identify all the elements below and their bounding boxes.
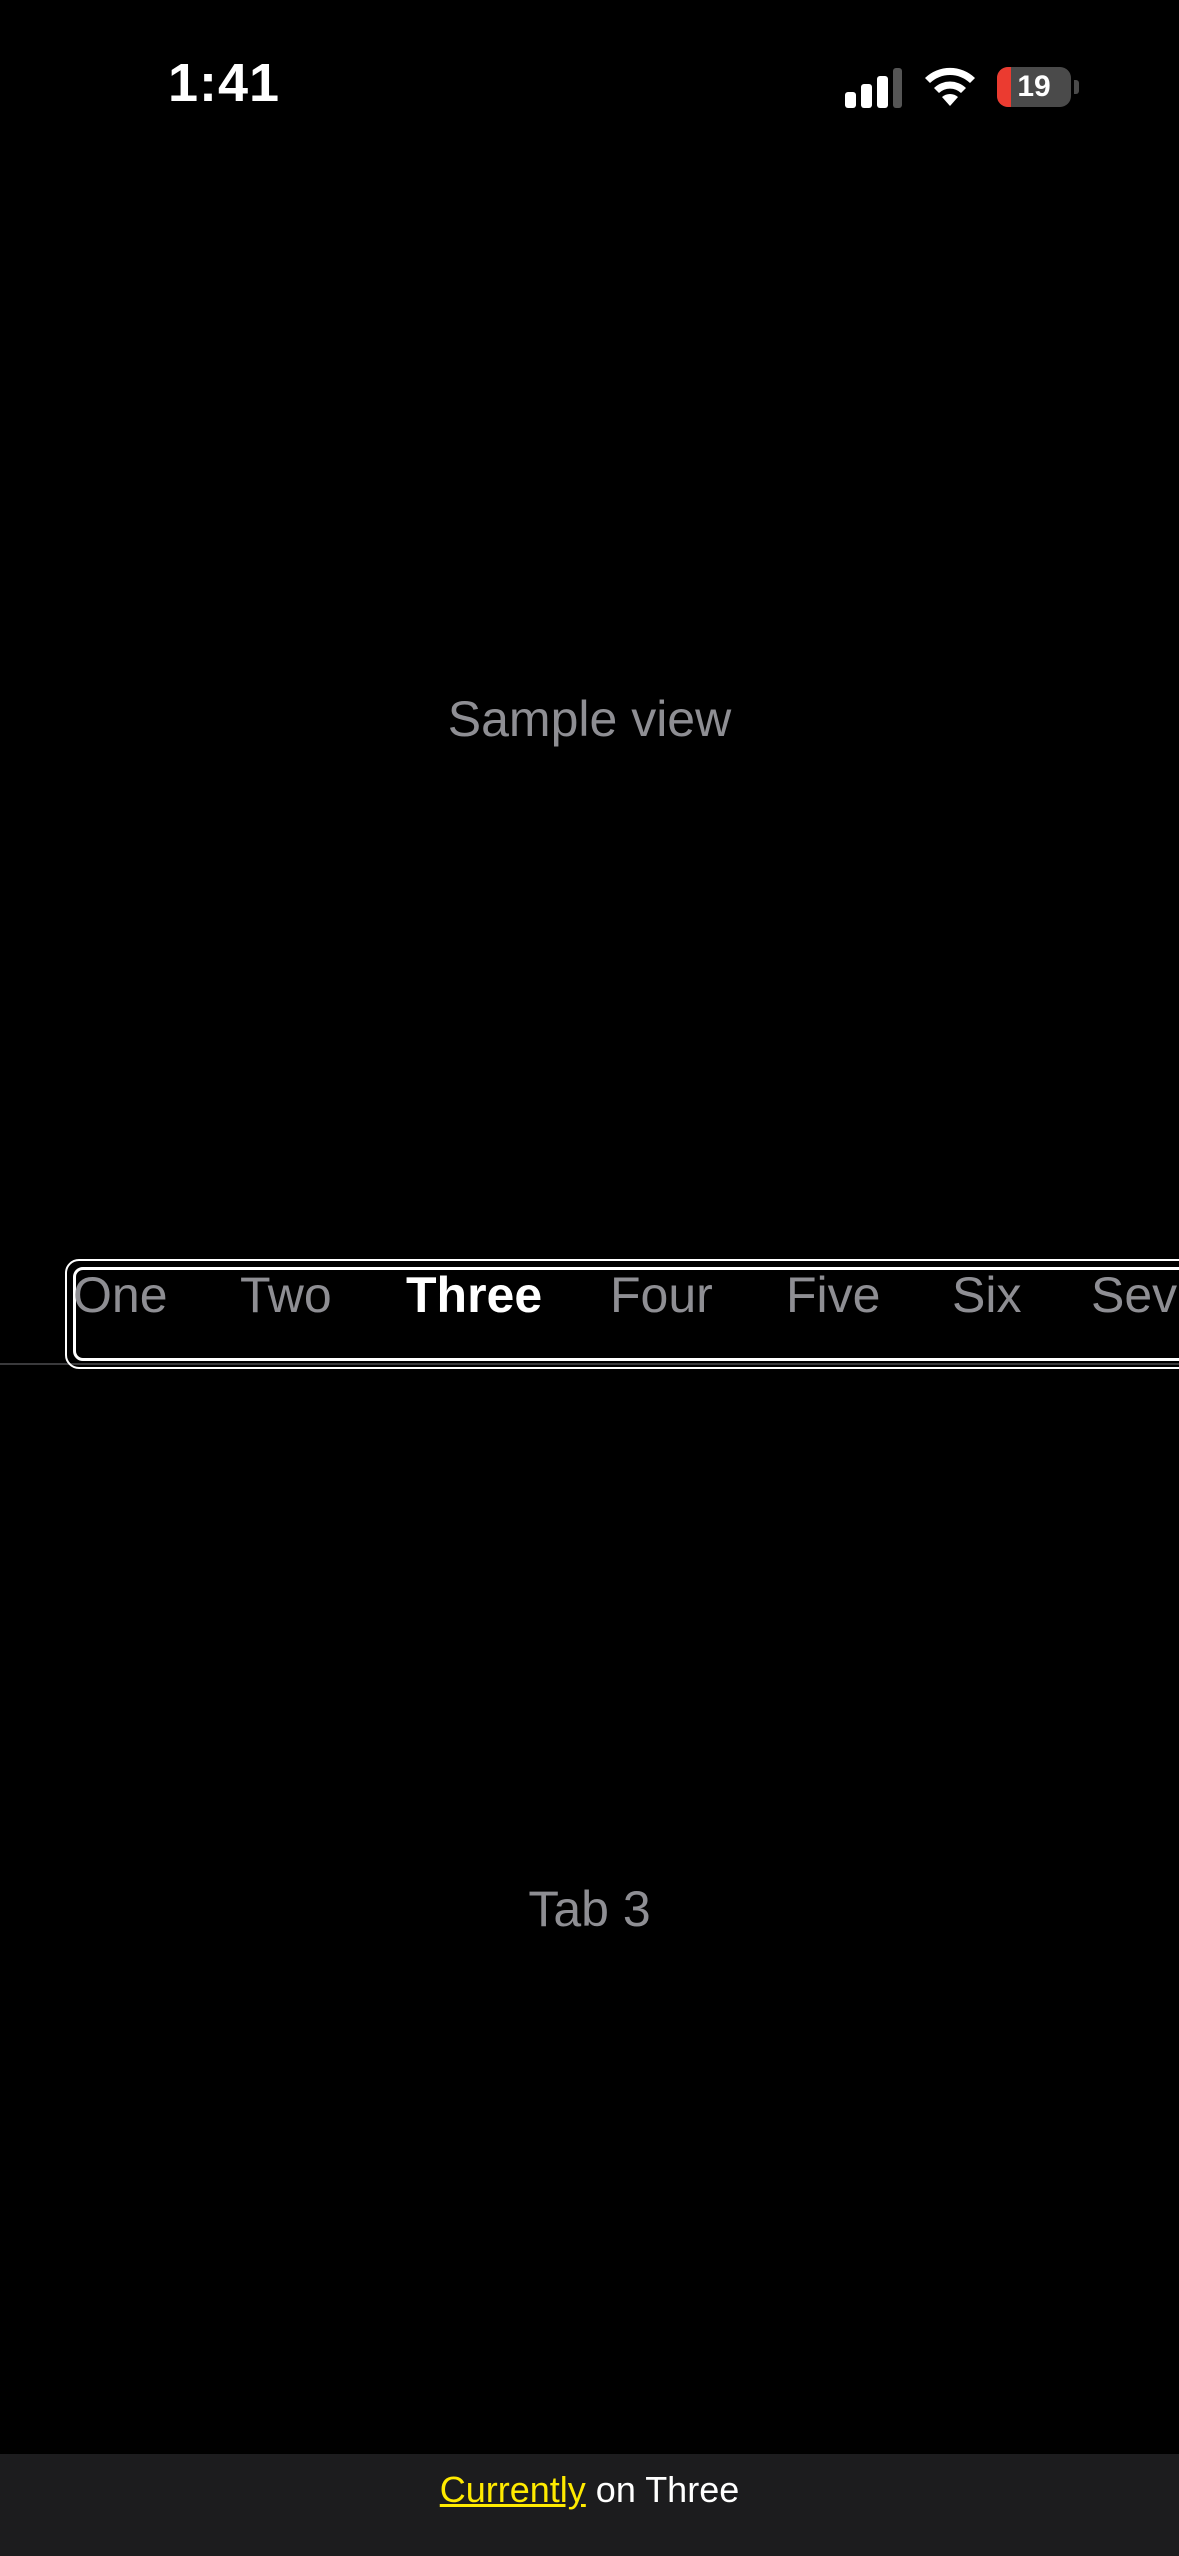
signal-bar — [893, 68, 902, 108]
tab-one[interactable]: One — [73, 1267, 168, 1361]
sample-view-label: Sample view — [447, 691, 732, 747]
current-tab-text: on Three — [585, 2469, 740, 2510]
tab-two[interactable]: Two — [240, 1267, 332, 1361]
signal-bar — [861, 84, 872, 108]
currently-link[interactable]: Currently — [440, 2469, 586, 2510]
battery-level: 19 — [1017, 70, 1051, 103]
cellular-signal-icon — [845, 68, 903, 108]
battery-icon: 19 — [997, 67, 1079, 107]
status-time: 1:41 — [168, 53, 281, 113]
tab-strip-scroll[interactable]: One Two Three Four Five Six Seven — [73, 1267, 1179, 1361]
wifi-icon — [925, 67, 975, 106]
bottom-status-bar: Currently on Three — [0, 2454, 1179, 2556]
signal-bar — [845, 92, 856, 108]
tab-three[interactable]: Three — [406, 1267, 542, 1361]
battery-body: 19 — [997, 67, 1071, 107]
battery-tip — [1074, 80, 1079, 94]
tab-five[interactable]: Five — [786, 1267, 880, 1361]
tab-content-label: Tab 3 — [528, 1881, 651, 1937]
signal-bar — [877, 76, 888, 108]
tab-seven[interactable]: Seven — [1091, 1267, 1179, 1361]
tab-six[interactable]: Six — [952, 1267, 1021, 1361]
tab-four[interactable]: Four — [610, 1267, 713, 1361]
